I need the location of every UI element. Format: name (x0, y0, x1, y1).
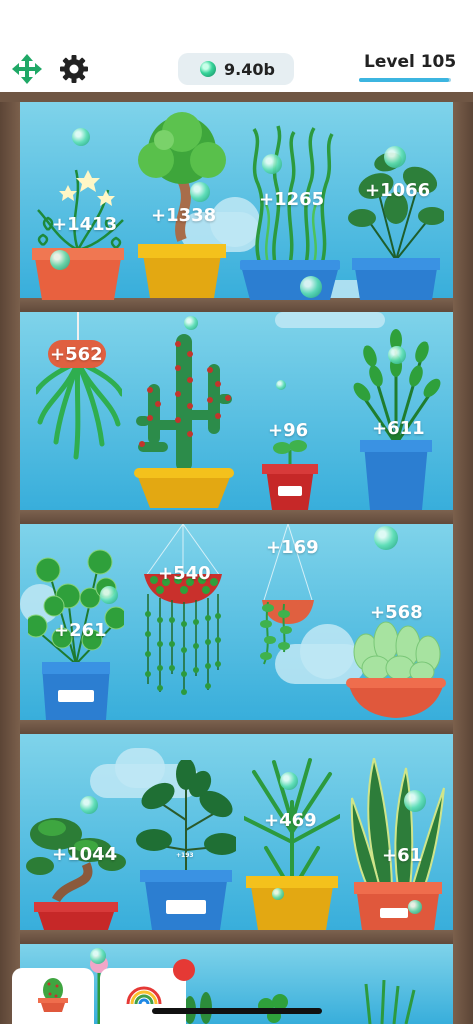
gem-bubble[interactable] (190, 182, 210, 202)
home-indicator[interactable] (152, 1008, 322, 1014)
gem-bubble[interactable] (100, 586, 118, 604)
plant-score: +562 (50, 344, 103, 365)
shelf-board (0, 298, 473, 312)
plant-score: +540 (158, 563, 211, 584)
plant-score: +1044 (52, 844, 118, 865)
plant-sprout[interactable] (262, 436, 318, 510)
gem-icon (200, 61, 216, 77)
plant-score: +1265 (259, 189, 325, 210)
gem-bubble[interactable] (184, 316, 198, 330)
gem-bubble[interactable] (388, 346, 406, 364)
plant-score: +568 (370, 602, 423, 623)
shelf-top-rail (0, 92, 473, 102)
gem-bubble[interactable] (408, 900, 422, 914)
plant-score: +469 (264, 810, 317, 831)
cactus-pot-icon (38, 978, 68, 1012)
rainbow-tab[interactable] (100, 968, 186, 1024)
gem-bubble[interactable] (72, 128, 90, 146)
plant-score: +1066 (365, 180, 431, 201)
top-bar: 9.40b Level 105 (0, 0, 473, 96)
shelf-board (0, 930, 473, 944)
gem-bubble[interactable] (50, 250, 70, 270)
game-screen: 9.40b Level 105 +1413 +1338 +1265 +1066 … (0, 0, 473, 1024)
plant-partial (184, 992, 212, 1024)
shelf-post-right (453, 92, 473, 1024)
gem-bubble[interactable] (280, 772, 298, 790)
plant-rubber-plant[interactable] (136, 760, 236, 930)
level-progress-bar (359, 78, 451, 82)
plant-score: +1338 (151, 205, 217, 226)
plants-tab[interactable] (12, 968, 94, 1024)
plant-hanging-air-plant[interactable] (36, 312, 122, 462)
shelf-board (0, 720, 473, 734)
gem-bubble[interactable] (80, 796, 98, 814)
gem-bubble[interactable] (272, 888, 284, 900)
gems-counter[interactable]: 9.40b (178, 53, 294, 85)
gem-bubble[interactable] (300, 276, 322, 298)
gem-bubble[interactable] (404, 790, 426, 812)
level-label: Level 105 (364, 52, 457, 72)
plant-juniper-bonsai[interactable] (26, 810, 126, 930)
plant-small-score: +193 (176, 852, 194, 859)
plant-score: +96 (268, 420, 309, 441)
shelf-board (0, 510, 473, 524)
plant-score: +169 (266, 537, 319, 558)
gear-icon[interactable] (59, 54, 89, 84)
gem-bubble[interactable] (90, 948, 106, 964)
plant-dark-leaf-plant[interactable] (348, 150, 444, 300)
plant-cactus[interactable] (134, 324, 234, 510)
plant-score: +611 (372, 418, 425, 439)
gem-bubble[interactable] (374, 526, 398, 550)
plant-string-of-pearls[interactable] (140, 524, 226, 700)
plant-partial (364, 980, 416, 1024)
plant-score: +1413 (52, 214, 118, 235)
gem-bubble[interactable] (262, 154, 282, 174)
plant-score: +261 (54, 620, 107, 641)
plant-succulent-bowl[interactable] (346, 612, 446, 720)
plant-snake-plant[interactable] (350, 758, 446, 930)
plant-curly-grass[interactable] (240, 124, 340, 300)
notification-badge (173, 959, 195, 981)
shelf-post-left (0, 92, 20, 1024)
plant-score: +61 (382, 845, 423, 866)
move-arrows-icon[interactable] (12, 54, 42, 84)
rainbow-icon (126, 986, 162, 1004)
gems-value: 9.40b (224, 59, 275, 79)
gem-bubble[interactable] (384, 146, 406, 168)
gem-bubble[interactable] (276, 380, 286, 390)
level-progress-fill (359, 78, 450, 82)
